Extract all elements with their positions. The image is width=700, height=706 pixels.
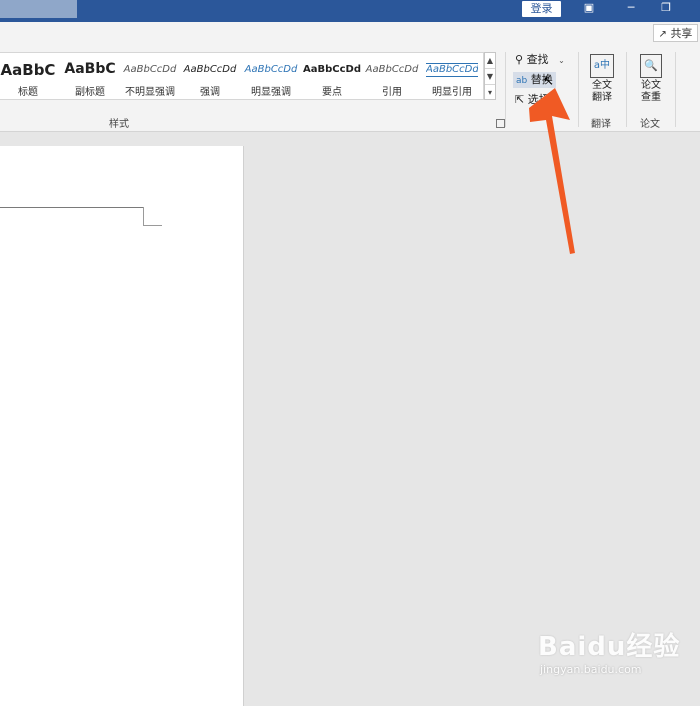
style-sample: AaBbCcDd	[365, 64, 419, 75]
style-sample: AaBbCcDd	[123, 64, 177, 75]
login-button[interactable]: 登录	[522, 1, 561, 17]
share-icon: ↗	[658, 29, 667, 40]
title-bar: 登录 ▣ ─ ❐	[0, 0, 700, 22]
find-label: 查找	[526, 53, 549, 66]
header-margin-line	[0, 207, 143, 208]
style-sample: AaBbC	[64, 61, 116, 77]
more-icon[interactable]: ▾	[485, 85, 495, 100]
chevron-up-icon[interactable]: ▲	[485, 53, 495, 69]
style-sample: AaBbCcDd	[303, 64, 361, 75]
translate-group-label: 翻译	[591, 119, 611, 130]
mouse-cursor-icon: ↖	[543, 74, 554, 89]
style-name: 强调	[200, 87, 220, 98]
document-title-area[interactable]	[0, 0, 77, 18]
style-name: 引用	[382, 87, 402, 98]
style-name: 不明显强调	[125, 87, 175, 98]
paper-search-icon: 🔍	[640, 54, 662, 78]
style-strong[interactable]: AaBbCcDd 要点	[302, 53, 362, 99]
select-label: 选择	[527, 93, 550, 106]
style-name: 要点	[322, 87, 342, 98]
style-name: 副标题	[75, 87, 105, 98]
dialog-launcher-icon[interactable]	[496, 119, 505, 128]
chevron-down-icon[interactable]: ▼	[485, 69, 495, 85]
style-subtitle[interactable]: AaBbC 副标题	[60, 53, 120, 99]
style-quote[interactable]: AaBbCcDd 引用	[362, 53, 422, 99]
styles-group-label: 样式	[109, 119, 129, 130]
paper-check-button[interactable]: 🔍 论文 查重	[634, 54, 668, 104]
group-divider	[578, 52, 579, 127]
chevron-down-icon: ⌄	[558, 56, 565, 65]
minimize-icon[interactable]: ─	[624, 1, 638, 15]
group-divider	[505, 52, 506, 127]
paper-check-label: 论文 查重	[641, 80, 661, 103]
ribbon-display-icon[interactable]: ▣	[582, 1, 596, 15]
styles-gallery-scroll[interactable]: ▲ ▼ ▾	[484, 52, 496, 100]
style-subtle-emphasis[interactable]: AaBbCcDd 不明显强调	[120, 53, 180, 99]
watermark-url: jingyan.baidu.com	[540, 663, 642, 676]
translate-label: 全文 翻译	[592, 80, 612, 103]
restore-window-icon[interactable]: ❐	[659, 1, 673, 15]
find-button[interactable]: ⚲ 查找 ⌄	[515, 52, 565, 68]
style-intense-quote[interactable]: AaBbCcDd 明显引用	[422, 53, 482, 99]
document-page[interactable]	[0, 146, 244, 706]
style-name: 明显强调	[251, 87, 291, 98]
cursor-arrow-icon: ⇱	[515, 93, 525, 106]
share-button[interactable]: ↗ 共享	[653, 24, 698, 42]
styles-gallery: AaBbC 标题 AaBbC 副标题 AaBbCcDd 不明显强调 AaBbCc…	[0, 52, 484, 100]
group-divider	[675, 52, 676, 127]
full-text-translate-button[interactable]: a中 全文 翻译	[585, 54, 619, 104]
replace-icon: ab	[516, 76, 528, 86]
translate-icon: a中	[590, 54, 614, 78]
select-button[interactable]: ⇱ 选择 ⌄	[515, 92, 560, 108]
style-intense-emphasis[interactable]: AaBbCcDd 明显强调	[240, 53, 302, 99]
share-label: 共享	[670, 27, 693, 40]
paper-group-label: 论文	[640, 119, 660, 130]
watermark-logo: Baidu经验	[538, 632, 681, 662]
search-icon: ⚲	[515, 53, 524, 66]
style-name: 标题	[18, 87, 38, 98]
style-emphasis[interactable]: AaBbCcDd 强调	[180, 53, 240, 99]
watermark: Baidu经验 jingyan.baidu.com	[538, 626, 698, 688]
style-title[interactable]: AaBbC 标题	[0, 53, 56, 99]
margin-corner-mark	[143, 225, 162, 226]
style-name: 明显引用	[432, 87, 472, 98]
style-sample: AaBbCcDd	[183, 64, 237, 75]
style-sample: AaBbCcDd	[426, 63, 478, 77]
style-sample: AaBbC	[0, 61, 56, 79]
margin-corner-mark	[143, 207, 144, 225]
style-sample: AaBbCcDd	[244, 64, 298, 75]
group-divider	[626, 52, 627, 127]
chevron-down-icon: ⌄	[553, 96, 560, 105]
ribbon: ↗ 共享 AaBbC 标题 AaBbC 副标题 AaBbCcDd 不明显强调 A…	[0, 22, 700, 132]
